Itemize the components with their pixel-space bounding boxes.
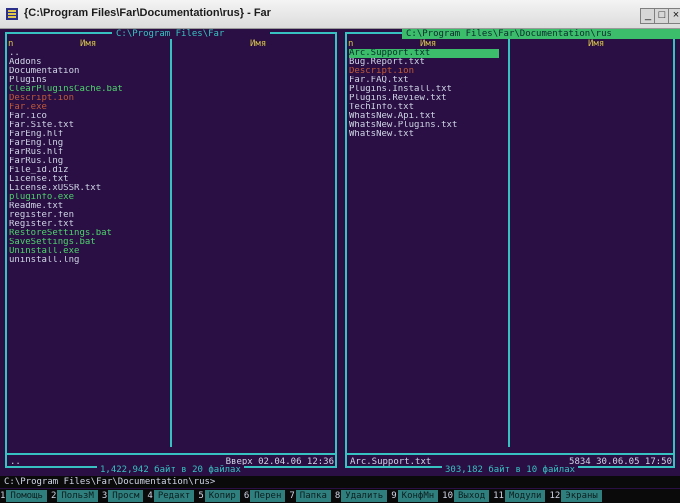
- file-list-item[interactable]: Arc.Support.txt: [349, 49, 499, 58]
- file-list-item[interactable]: FarEng.hlf: [9, 130, 159, 139]
- file-list-item[interactable]: register.fen: [9, 211, 159, 220]
- file-list-item[interactable]: Far.FAQ.txt: [349, 76, 499, 85]
- fkey-8[interactable]: 8 Удалить: [335, 489, 388, 503]
- file-list-item[interactable]: TechInfo.txt: [349, 103, 499, 112]
- file-list-item[interactable]: SaveSettings.bat: [9, 238, 159, 247]
- file-list-item[interactable]: FarRus.lng: [9, 157, 159, 166]
- right-panel[interactable]: C:\Program Files\Far\Documentation\rus n…: [342, 29, 680, 475]
- file-list-item[interactable]: WhatsNew.Api.txt: [349, 112, 499, 121]
- fkey-number: 12: [549, 491, 561, 501]
- file-list-item[interactable]: WhatsNew.txt: [349, 130, 499, 139]
- fkey-label: ПользМ: [57, 490, 98, 502]
- fkey-label: Выход: [454, 490, 490, 502]
- file-list-item[interactable]: License.xUSSR.txt: [9, 184, 159, 193]
- fkey-7[interactable]: 7 Папка: [289, 489, 331, 503]
- fkey-10[interactable]: 10 Выход: [442, 489, 490, 503]
- file-list-item[interactable]: pluginfo.exe: [9, 193, 159, 202]
- far-manager-window: {C:\Program Files\Far\Documentation\rus}…: [0, 0, 680, 503]
- fkey-label: КонфМн: [397, 490, 439, 502]
- right-summary: 303,182 байт в 10 файлах: [442, 465, 579, 475]
- fkey-11[interactable]: 11 Модули: [493, 489, 546, 503]
- file-list-item[interactable]: Far.Site.txt: [9, 121, 159, 130]
- right-panel-path[interactable]: C:\Program Files\Far\Documentation\rus: [402, 29, 680, 39]
- column-header-name[interactable]: Имя: [420, 39, 436, 49]
- column-header-name[interactable]: Имя: [80, 39, 96, 49]
- fkey-2[interactable]: 2 ПользМ: [51, 489, 98, 503]
- file-list-item[interactable]: uninstall.lng: [9, 256, 159, 265]
- column-separator: [508, 35, 510, 447]
- footer-separator: [347, 453, 673, 455]
- file-list-item[interactable]: Far.exe: [9, 103, 159, 112]
- fkey-12[interactable]: 12 Экраны: [549, 489, 602, 503]
- fkey-label: Экраны: [561, 490, 602, 502]
- file-list-item[interactable]: Register.txt: [9, 220, 159, 229]
- column-header-name-2[interactable]: Имя: [588, 39, 604, 49]
- column-n-marker: n: [8, 39, 14, 49]
- file-list-item[interactable]: Descript.ion: [9, 94, 159, 103]
- file-list-item[interactable]: Plugins: [9, 76, 159, 85]
- left-panel[interactable]: C:\Program Files\Far n Имя Имя .. Addons D…: [2, 29, 340, 475]
- fkey-label: Удалить: [341, 490, 388, 502]
- file-list-item[interactable]: Addons: [9, 58, 159, 67]
- file-list-item[interactable]: ..: [9, 49, 159, 58]
- fkey-4[interactable]: 4 Редакт: [147, 489, 195, 503]
- fkey-6[interactable]: 6 Перен: [244, 489, 286, 503]
- close-button[interactable]: ×: [668, 8, 680, 24]
- fkey-label: Перен: [250, 490, 286, 502]
- file-list-item[interactable]: Readme.txt: [9, 202, 159, 211]
- fkey-1[interactable]: 1 Помощь: [0, 489, 47, 503]
- right-file-info: 5834 30.06.05 17:50: [569, 457, 672, 467]
- file-list-item[interactable]: Documentation: [9, 67, 159, 76]
- fkey-label: Копир: [204, 490, 240, 502]
- file-list-item[interactable]: WhatsNew.Plugins.txt: [349, 121, 499, 130]
- file-list-item[interactable]: ClearPluginsCache.bat: [9, 85, 159, 94]
- file-list-item[interactable]: License.txt: [9, 175, 159, 184]
- file-list-item[interactable]: File_id.diz: [9, 166, 159, 175]
- file-list-item[interactable]: Uninstall.exe: [9, 247, 159, 256]
- fkey-label: Помощь: [6, 490, 47, 502]
- fkey-label: Модули: [504, 490, 546, 502]
- title-bar: {C:\Program Files\Far\Documentation\rus}…: [0, 0, 680, 29]
- footer-separator: [7, 453, 335, 455]
- file-list-item[interactable]: FarEng.lng: [9, 139, 159, 148]
- file-list-item[interactable]: RestoreSettings.bat: [9, 229, 159, 238]
- left-panel-path[interactable]: C:\Program Files\Far: [112, 29, 270, 39]
- left-summary: 1,422,942 байт в 20 файлах: [97, 465, 244, 475]
- fkey-label: Папка: [295, 490, 331, 502]
- window-title: {C:\Program Files\Far\Documentation\rus}…: [24, 7, 271, 19]
- file-list-item[interactable]: Plugins.Review.txt: [349, 94, 499, 103]
- fkey-3[interactable]: 3 Просм: [102, 489, 144, 503]
- left-file-list: .. Addons Documentation Plugins ClearPlugins…: [9, 49, 159, 265]
- file-list-item[interactable]: Far.ico: [9, 112, 159, 121]
- fkey-9[interactable]: 9 КонфМн: [391, 489, 439, 503]
- command-line[interactable]: C:\Program Files\Far\Documentation\rus>: [0, 476, 680, 488]
- column-n-marker: n: [348, 39, 354, 49]
- column-separator: [170, 35, 172, 447]
- fkey-label: Редакт: [153, 490, 195, 502]
- fkey-5[interactable]: 5 Копир: [198, 489, 240, 503]
- right-file-list: Arc.Support.txt Bug.Report.txt Descript.io…: [349, 49, 499, 139]
- function-key-bar: 1 Помощь 2 ПользМ 3 Просм 4 Редакт 5 Копир 6 Перен 7…: [0, 489, 680, 503]
- file-list-item[interactable]: Descript.ion: [349, 67, 499, 76]
- file-list-item[interactable]: Bug.Report.txt: [349, 58, 499, 67]
- file-list-item[interactable]: Plugins.Install.txt: [349, 85, 499, 94]
- fkey-number: 11: [493, 491, 504, 501]
- fkey-label: Просм: [108, 490, 144, 502]
- column-header-name-2[interactable]: Имя: [250, 39, 266, 49]
- fkey-number: 10: [442, 491, 454, 501]
- far-app-icon: [6, 8, 18, 20]
- file-list-item[interactable]: FarRus.hlf: [9, 148, 159, 157]
